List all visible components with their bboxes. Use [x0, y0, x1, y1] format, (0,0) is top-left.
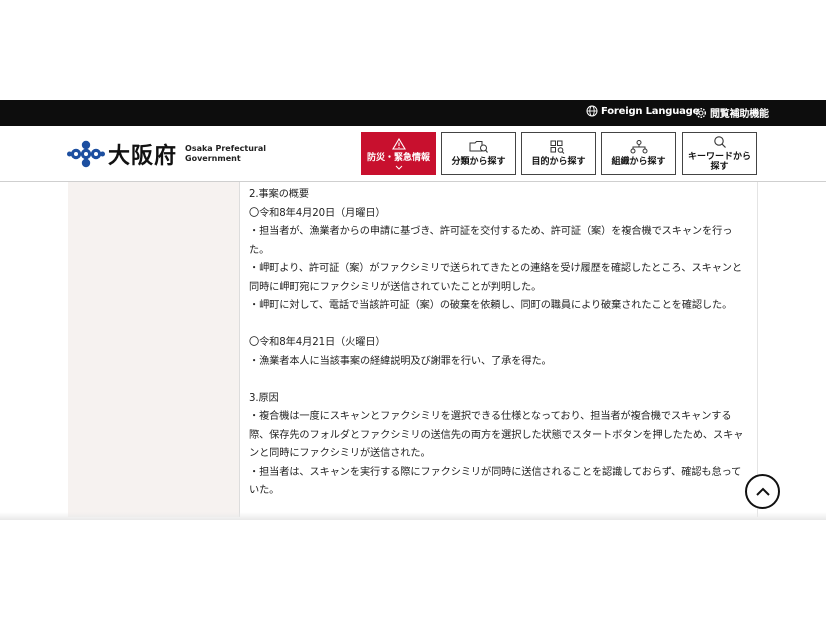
folder-search-icon: [469, 141, 488, 153]
accessibility-link[interactable]: 閲覧補助機能: [695, 105, 769, 120]
paragraph: ・岬町に対して、電話で当該許可証（案）の破棄を依頼し、同町の職員により破棄された…: [249, 300, 733, 311]
emergency-info-label: 防災・緊急情報: [366, 152, 430, 163]
emergency-info-button[interactable]: 防災・緊急情報: [361, 132, 436, 175]
search-by-purpose-button[interactable]: 目的から探す: [521, 132, 596, 175]
search-by-organization-label: 組織から探す: [611, 157, 666, 167]
content-right-border: [757, 182, 758, 517]
search-by-category-button[interactable]: 分類から探す: [441, 132, 516, 175]
search-by-purpose-label: 目的から探す: [531, 157, 586, 167]
search-icon: [713, 136, 726, 148]
foreign-language-label: Foreign Language: [601, 105, 700, 117]
chevron-down-icon: [395, 165, 402, 170]
date-entry: 〇令和8年4月20日（月曜日）: [249, 207, 386, 219]
site-header: 大阪府 Osaka Prefectural Government 防災・緊急情報…: [0, 126, 826, 182]
search-by-keyword-label-line2: 探す: [710, 162, 729, 172]
chevron-up-icon: [755, 487, 770, 496]
section-heading-overview: 2.事案の概要: [249, 189, 309, 200]
grid-search-icon: [550, 140, 564, 154]
org-chart-icon: [630, 140, 647, 154]
accessibility-label: 閲覧補助機能: [710, 109, 769, 120]
paragraph: ・岬町より、許可証（案）がファクシミリで送られてきたとの連絡を受け履歴を確認した…: [249, 263, 742, 293]
page-bottom-shadow: [0, 512, 826, 520]
article-body: 2.事案の概要 〇令和8年4月20日（月曜日） ・担当者が、漁業者からの申請に基…: [249, 186, 749, 501]
logo-japanese-text: 大阪府: [108, 144, 178, 169]
search-by-keyword-label-line1: キーワードから: [687, 152, 751, 162]
gear-icon: [695, 107, 707, 118]
paragraph: ・漁業者本人に当該事案の経緯説明及び謝罪を行い、了承を得た。: [249, 355, 552, 367]
globe-icon: [586, 105, 598, 117]
logo-english-line1: Osaka Prefectural: [185, 144, 266, 153]
osaka-emblem-icon: [67, 140, 105, 168]
logo-english-text: Osaka Prefectural Government: [185, 144, 266, 164]
logo-english-line2: Government: [185, 154, 241, 163]
date-entry: 〇令和8年4月21日（火曜日）: [249, 337, 386, 348]
paragraph: ・担当者が、漁業者からの申請に基づき、許可証を交付するため、許可証（案）を複合機…: [249, 226, 733, 256]
section-heading-cause: 3.原因: [249, 392, 279, 404]
warning-icon: [391, 137, 406, 150]
search-by-organization-button[interactable]: 組織から探す: [601, 132, 676, 175]
foreign-language-link[interactable]: Foreign Language: [586, 105, 699, 117]
back-to-top-button[interactable]: [745, 474, 780, 509]
site-logo[interactable]: 大阪府 Osaka Prefectural Government: [67, 138, 266, 170]
utility-bar: Foreign Language 閲覧補助機能: [0, 100, 826, 126]
side-panel: [68, 182, 240, 517]
paragraph: ・複合機は一度にスキャンとファクシミリを選択できる仕様となっており、担当者が複合…: [249, 411, 744, 459]
search-by-category-label: 分類から探す: [451, 157, 506, 167]
search-by-keyword-button[interactable]: キーワードから 探す: [682, 132, 757, 175]
paragraph: ・担当者は、スキャンを実行する際にファクシミリが同時に送信されることを認識してお…: [249, 466, 742, 497]
